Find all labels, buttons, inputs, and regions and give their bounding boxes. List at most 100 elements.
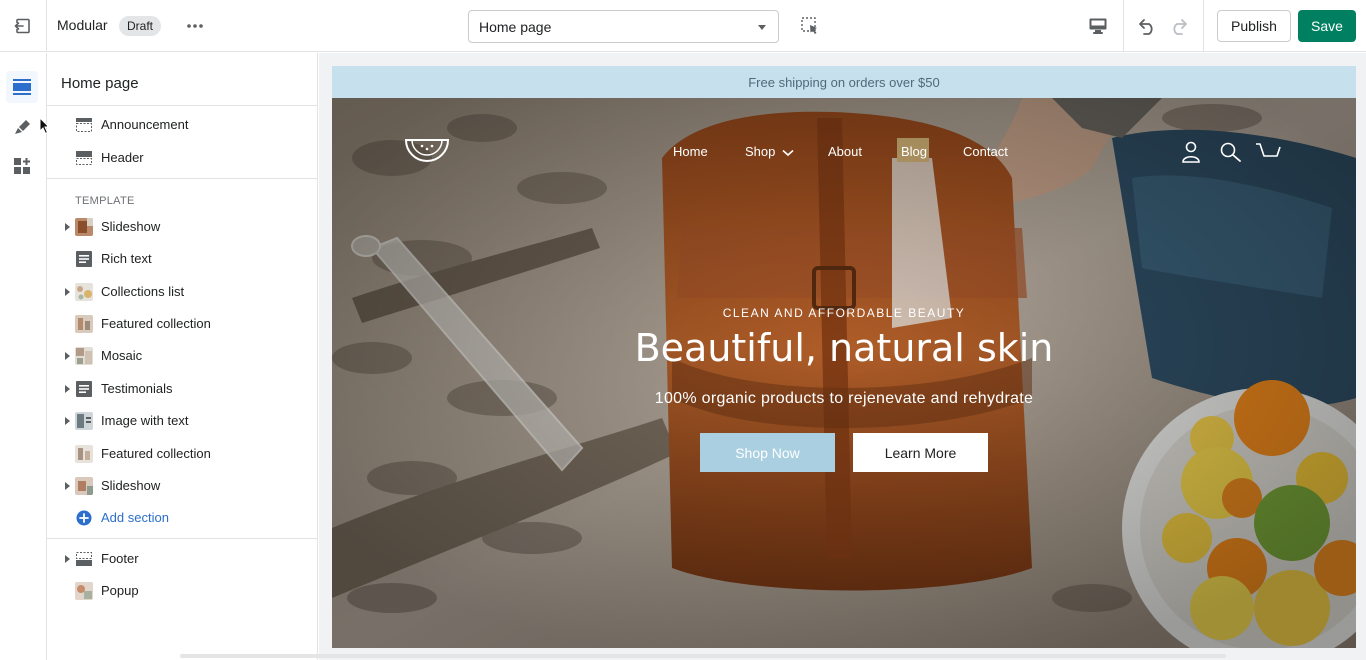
apps-icon	[14, 158, 30, 174]
nav-link-contact[interactable]: Contact	[963, 144, 1008, 159]
learn-more-button[interactable]: Learn More	[853, 433, 988, 472]
shop-now-button[interactable]: Shop Now	[700, 433, 835, 472]
plus-circle-icon	[76, 510, 92, 526]
section-item-label: Mosaic	[101, 348, 143, 363]
editor-rail	[0, 53, 47, 660]
slideshow-thumb-icon	[75, 477, 93, 495]
section-item-header[interactable]: Header	[47, 143, 317, 173]
nav-link-home[interactable]: Home	[673, 144, 708, 159]
rail-apps-button[interactable]	[6, 150, 38, 182]
expand-arrow-icon[interactable]	[65, 482, 70, 490]
sidebar-divider	[47, 538, 317, 539]
chevron-down-icon	[782, 149, 794, 156]
section-item-rich-text[interactable]: Rich text	[47, 244, 317, 274]
section-item-label: Image with text	[101, 413, 189, 428]
account-icon[interactable]	[1181, 141, 1201, 163]
popup-thumb-icon	[75, 582, 93, 600]
redo-icon	[1173, 19, 1187, 35]
toolbar-divider	[1123, 0, 1124, 52]
page-select-value: Home page	[479, 18, 552, 35]
expand-arrow-icon[interactable]	[65, 223, 70, 231]
collections-thumb-icon	[75, 283, 93, 301]
horizontal-scrollbar[interactable]	[180, 654, 1226, 658]
rail-theme-settings-button[interactable]	[6, 111, 38, 143]
store-logo[interactable]	[404, 136, 450, 164]
section-item-slideshow[interactable]: Slideshow	[47, 471, 317, 501]
announcement-icon	[76, 118, 92, 132]
section-item-slideshow[interactable]: Slideshow	[47, 212, 317, 242]
footer-icon	[76, 552, 92, 566]
expand-arrow-icon[interactable]	[65, 417, 70, 425]
toolbar-divider	[1203, 0, 1204, 52]
section-item-label: Popup	[101, 583, 139, 598]
header-icon	[76, 151, 92, 165]
hero-slideshow[interactable]: Home Shop About Blog Contact CLEAN AND A…	[332, 98, 1356, 648]
section-item-label: Featured collection	[101, 316, 211, 331]
exit-icon	[14, 18, 30, 34]
theme-name: Modular	[57, 17, 108, 33]
undo-button[interactable]	[1134, 13, 1160, 39]
cart-icon[interactable]	[1255, 142, 1281, 162]
section-item-testimonials[interactable]: Testimonials	[47, 374, 317, 404]
section-item-collections-list[interactable]: Collections list	[47, 277, 317, 307]
section-item-label: Testimonials	[101, 381, 173, 396]
status-badge: Draft	[119, 16, 162, 36]
nav-link-shop[interactable]: Shop	[745, 144, 794, 159]
expand-arrow-icon[interactable]	[65, 288, 70, 296]
announcement-bar[interactable]: Free shipping on orders over $50	[332, 66, 1356, 98]
sidebar-divider	[47, 178, 317, 179]
section-item-mosaic[interactable]: Mosaic	[47, 341, 317, 371]
collection-thumb-icon	[75, 315, 93, 333]
desktop-icon	[1089, 18, 1107, 34]
hero-subtext: 100% organic products to rejenevate and …	[654, 390, 1034, 407]
expand-arrow-icon[interactable]	[65, 352, 70, 360]
hero-background-image	[332, 98, 1356, 648]
hero-headline: Beautiful, natural skin	[634, 326, 1054, 370]
sidebar-divider	[47, 105, 317, 106]
section-item-label: Footer	[101, 551, 139, 566]
top-bar: Modular Draft Home page Publish Save	[0, 0, 1366, 52]
add-section-button[interactable]: Add section	[47, 503, 317, 533]
redo-button[interactable]	[1166, 13, 1192, 39]
search-icon[interactable]	[1220, 142, 1242, 162]
sections-sidebar: Home page Announcement Header TEMPLATE S…	[47, 53, 318, 660]
section-item-label: Slideshow	[101, 478, 161, 493]
section-item-announcement[interactable]: Announcement	[47, 110, 317, 140]
more-actions-button[interactable]	[181, 14, 209, 38]
section-item-label: Collections list	[101, 284, 185, 299]
caret-down-icon	[758, 25, 766, 30]
publish-button[interactable]: Publish	[1217, 10, 1291, 42]
paintbrush-icon	[15, 120, 30, 134]
collection-thumb-icon	[75, 445, 93, 463]
ellipsis-icon	[187, 24, 203, 28]
sidebar-title: Home page	[61, 75, 139, 92]
sections-icon	[13, 79, 31, 95]
section-item-featured-collection[interactable]: Featured collection	[47, 439, 317, 469]
section-item-featured-collection[interactable]: Featured collection	[47, 309, 317, 339]
text-block-icon	[76, 251, 92, 267]
nav-link-about[interactable]: About	[828, 144, 862, 159]
section-item-popup[interactable]: Popup	[47, 576, 317, 606]
rail-sections-button[interactable]	[6, 71, 38, 103]
mosaic-thumb-icon	[75, 347, 93, 365]
section-item-label: Announcement	[101, 117, 189, 132]
page-select[interactable]: Home page	[468, 10, 779, 43]
hero-eyebrow: CLEAN AND AFFORDABLE BEAUTY	[722, 306, 966, 320]
inspector-button[interactable]	[798, 14, 822, 38]
text-block-icon	[76, 381, 92, 397]
section-item-label: Rich text	[101, 251, 152, 266]
device-preview-button[interactable]	[1086, 14, 1110, 38]
nav-link-blog[interactable]: Blog	[901, 144, 927, 159]
storefront-preview: Free shipping on orders over $50 Home Sh…	[332, 66, 1356, 648]
save-button[interactable]: Save	[1298, 10, 1356, 42]
section-item-image-with-text[interactable]: Image with text	[47, 406, 317, 436]
expand-arrow-icon[interactable]	[65, 385, 70, 393]
exit-button[interactable]	[0, 0, 47, 52]
expand-arrow-icon[interactable]	[65, 555, 70, 563]
section-item-label: Featured collection	[101, 446, 211, 461]
section-item-label: Header	[101, 150, 144, 165]
select-cursor-icon	[801, 17, 817, 34]
image-thumb-icon	[75, 412, 93, 430]
section-item-footer[interactable]: Footer	[47, 544, 317, 574]
slideshow-thumb-icon	[75, 218, 93, 236]
